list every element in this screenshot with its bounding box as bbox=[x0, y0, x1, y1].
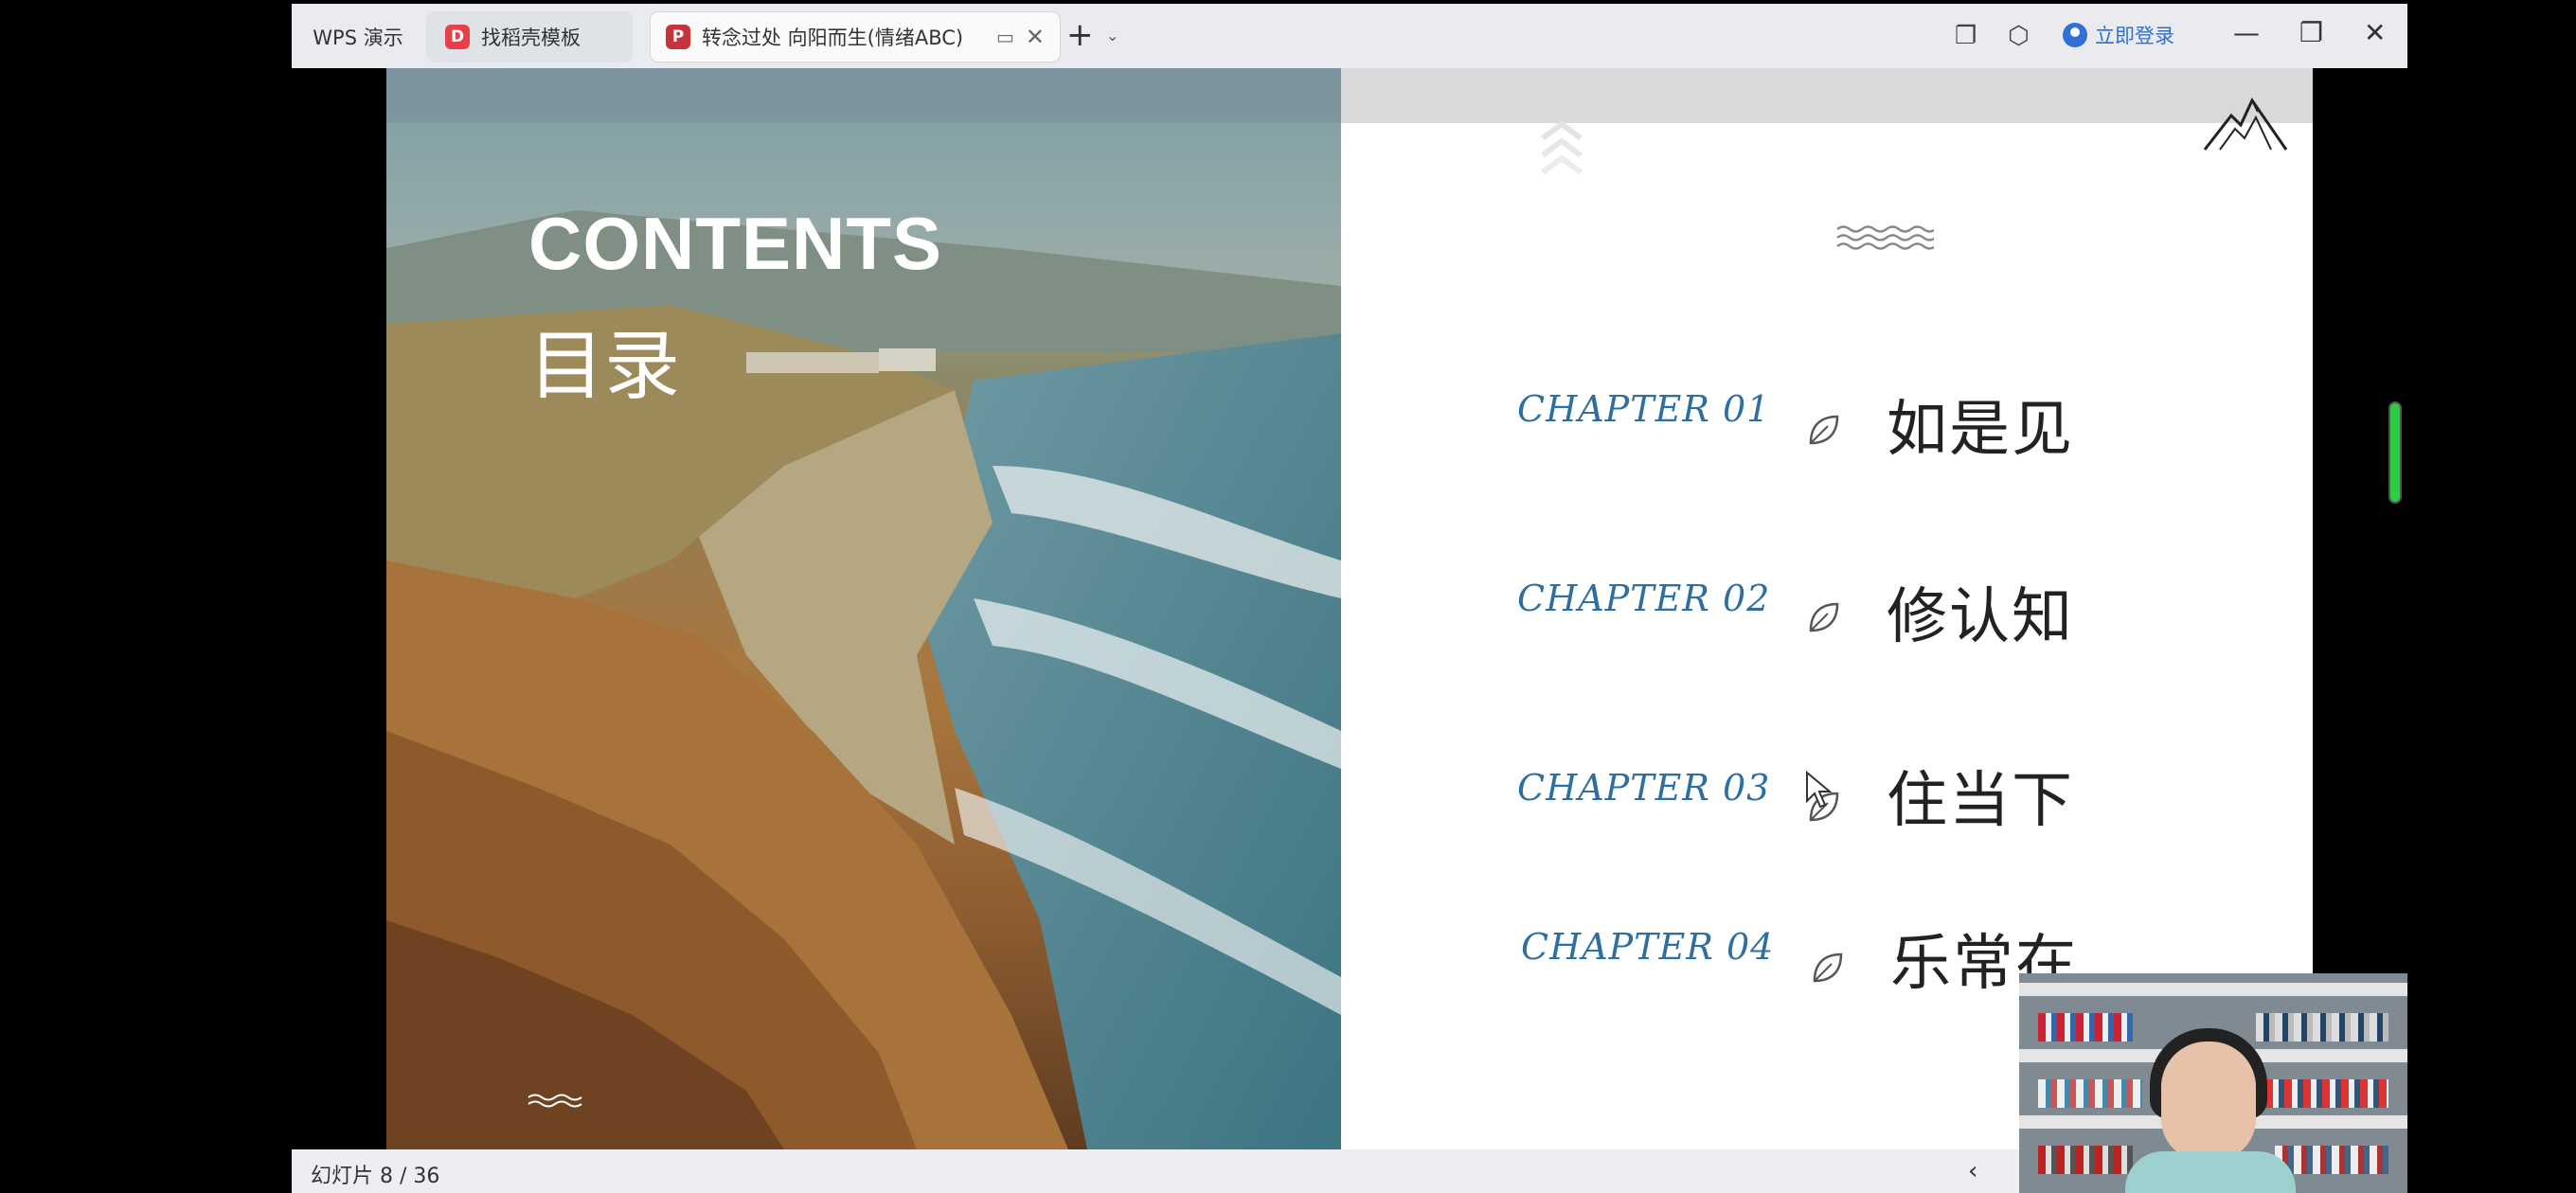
tab-label: 找稻壳模板 bbox=[481, 27, 581, 49]
chapter-02-title: 修认知 bbox=[1887, 582, 2074, 652]
slide-scrollbar-thumb[interactable] bbox=[2388, 401, 2402, 504]
close-window-icon[interactable]: ✕ bbox=[2364, 19, 2386, 47]
chapter-02-label: CHAPTER 02 bbox=[1517, 578, 1771, 619]
tab-label: 转念过处 向阳而生(情绪ABC) bbox=[702, 27, 964, 49]
wave-decoration-icon bbox=[528, 1094, 582, 1108]
title-bar: WPS 演示 D 找稻壳模板 P 转念过处 向阳而生(情绪ABC) ▭ ✕ + … bbox=[292, 4, 2407, 68]
tab-presentation[interactable]: P 转念过处 向阳而生(情绪ABC) ▭ ✕ bbox=[650, 11, 1061, 62]
books bbox=[2038, 1079, 2142, 1108]
leaf-icon bbox=[1813, 953, 1843, 983]
leaf-icon bbox=[1809, 602, 1839, 632]
bookshelf-board bbox=[2019, 983, 2407, 996]
slide-counter: 幻灯片 8 / 36 bbox=[311, 1165, 440, 1188]
chapter-03-label: CHAPTER 03 bbox=[1517, 767, 1771, 809]
tab-template-store[interactable]: D 找稻壳模板 bbox=[426, 11, 633, 62]
restore-icon[interactable]: ❐ bbox=[2299, 19, 2323, 47]
books bbox=[2038, 1013, 2133, 1042]
screen-icon[interactable]: ▭ bbox=[996, 26, 1014, 48]
books bbox=[2265, 1079, 2388, 1108]
login-label: 立即登录 bbox=[2095, 25, 2174, 47]
presenter-body bbox=[2125, 1151, 2296, 1193]
new-tab-button[interactable]: + bbox=[1066, 19, 1094, 51]
mountain-logo-icon bbox=[2203, 97, 2288, 151]
coastline-photo: CONTENTS 目录 bbox=[386, 68, 1341, 1149]
chevron-up-decoration-icon bbox=[1541, 120, 1583, 175]
books bbox=[2038, 1146, 2133, 1174]
cube-icon[interactable]: ⬡ bbox=[2008, 23, 2030, 49]
chevron-left-icon[interactable]: ‹ bbox=[1968, 1157, 1977, 1185]
tab-label: WPS 演示 bbox=[313, 27, 403, 49]
user-icon bbox=[2063, 23, 2087, 47]
window-icon[interactable]: ❐ bbox=[1955, 23, 1977, 49]
chevron-down-icon[interactable]: ⌄ bbox=[1106, 27, 1118, 45]
mouse-cursor-icon bbox=[1806, 771, 1832, 809]
contents-subheading: 目录 bbox=[528, 322, 680, 410]
books bbox=[2275, 1146, 2388, 1174]
photo-top-overlay bbox=[386, 68, 1341, 123]
chapter-01-label: CHAPTER 01 bbox=[1517, 388, 1771, 430]
books bbox=[2256, 1013, 2388, 1042]
presenter-face bbox=[2161, 1042, 2256, 1161]
chapter-04-label: CHAPTER 04 bbox=[1521, 926, 1775, 968]
webcam-video bbox=[2019, 973, 2407, 1193]
contents-heading: CONTENTS bbox=[528, 202, 942, 285]
minimize-icon[interactable]: — bbox=[2233, 19, 2260, 47]
close-tab-icon[interactable]: ✕ bbox=[1026, 24, 1045, 50]
tab-wps-home[interactable]: WPS 演示 bbox=[301, 11, 415, 62]
docer-logo-icon: D bbox=[445, 25, 470, 49]
presentation-file-icon: P bbox=[666, 25, 690, 49]
leaf-icon bbox=[1809, 415, 1839, 445]
chapter-03-title: 住当下 bbox=[1887, 766, 2074, 836]
login-button[interactable]: 立即登录 bbox=[2063, 21, 2174, 49]
chapter-01-title: 如是见 bbox=[1887, 395, 2074, 465]
wave-decoration-icon bbox=[1836, 225, 1934, 250]
